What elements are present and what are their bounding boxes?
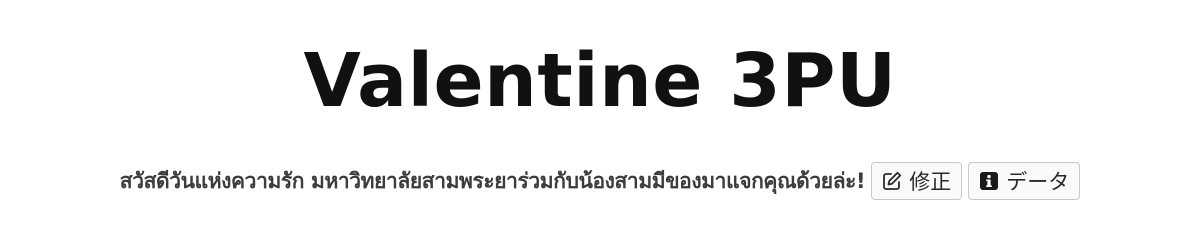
description-text: สวัสดีวันแห่งความรัก มหาวิทยาลัยสามพระยา… [119, 168, 866, 193]
info-icon [978, 170, 1000, 192]
data-button[interactable]: データ [968, 162, 1081, 200]
data-button-label: データ [1006, 170, 1070, 194]
description-row: สวัสดีวันแห่งความรัก มหาวิทยาลัยสามพระยา… [0, 160, 1200, 202]
edit-button-label: 修正 [909, 170, 952, 194]
page-title: Valentine 3PU [303, 38, 897, 124]
page: Valentine 3PU สวัสดีวันแห่งความรัก มหาวิ… [0, 0, 1200, 219]
edit-icon [881, 170, 903, 192]
edit-button[interactable]: 修正 [871, 162, 963, 200]
